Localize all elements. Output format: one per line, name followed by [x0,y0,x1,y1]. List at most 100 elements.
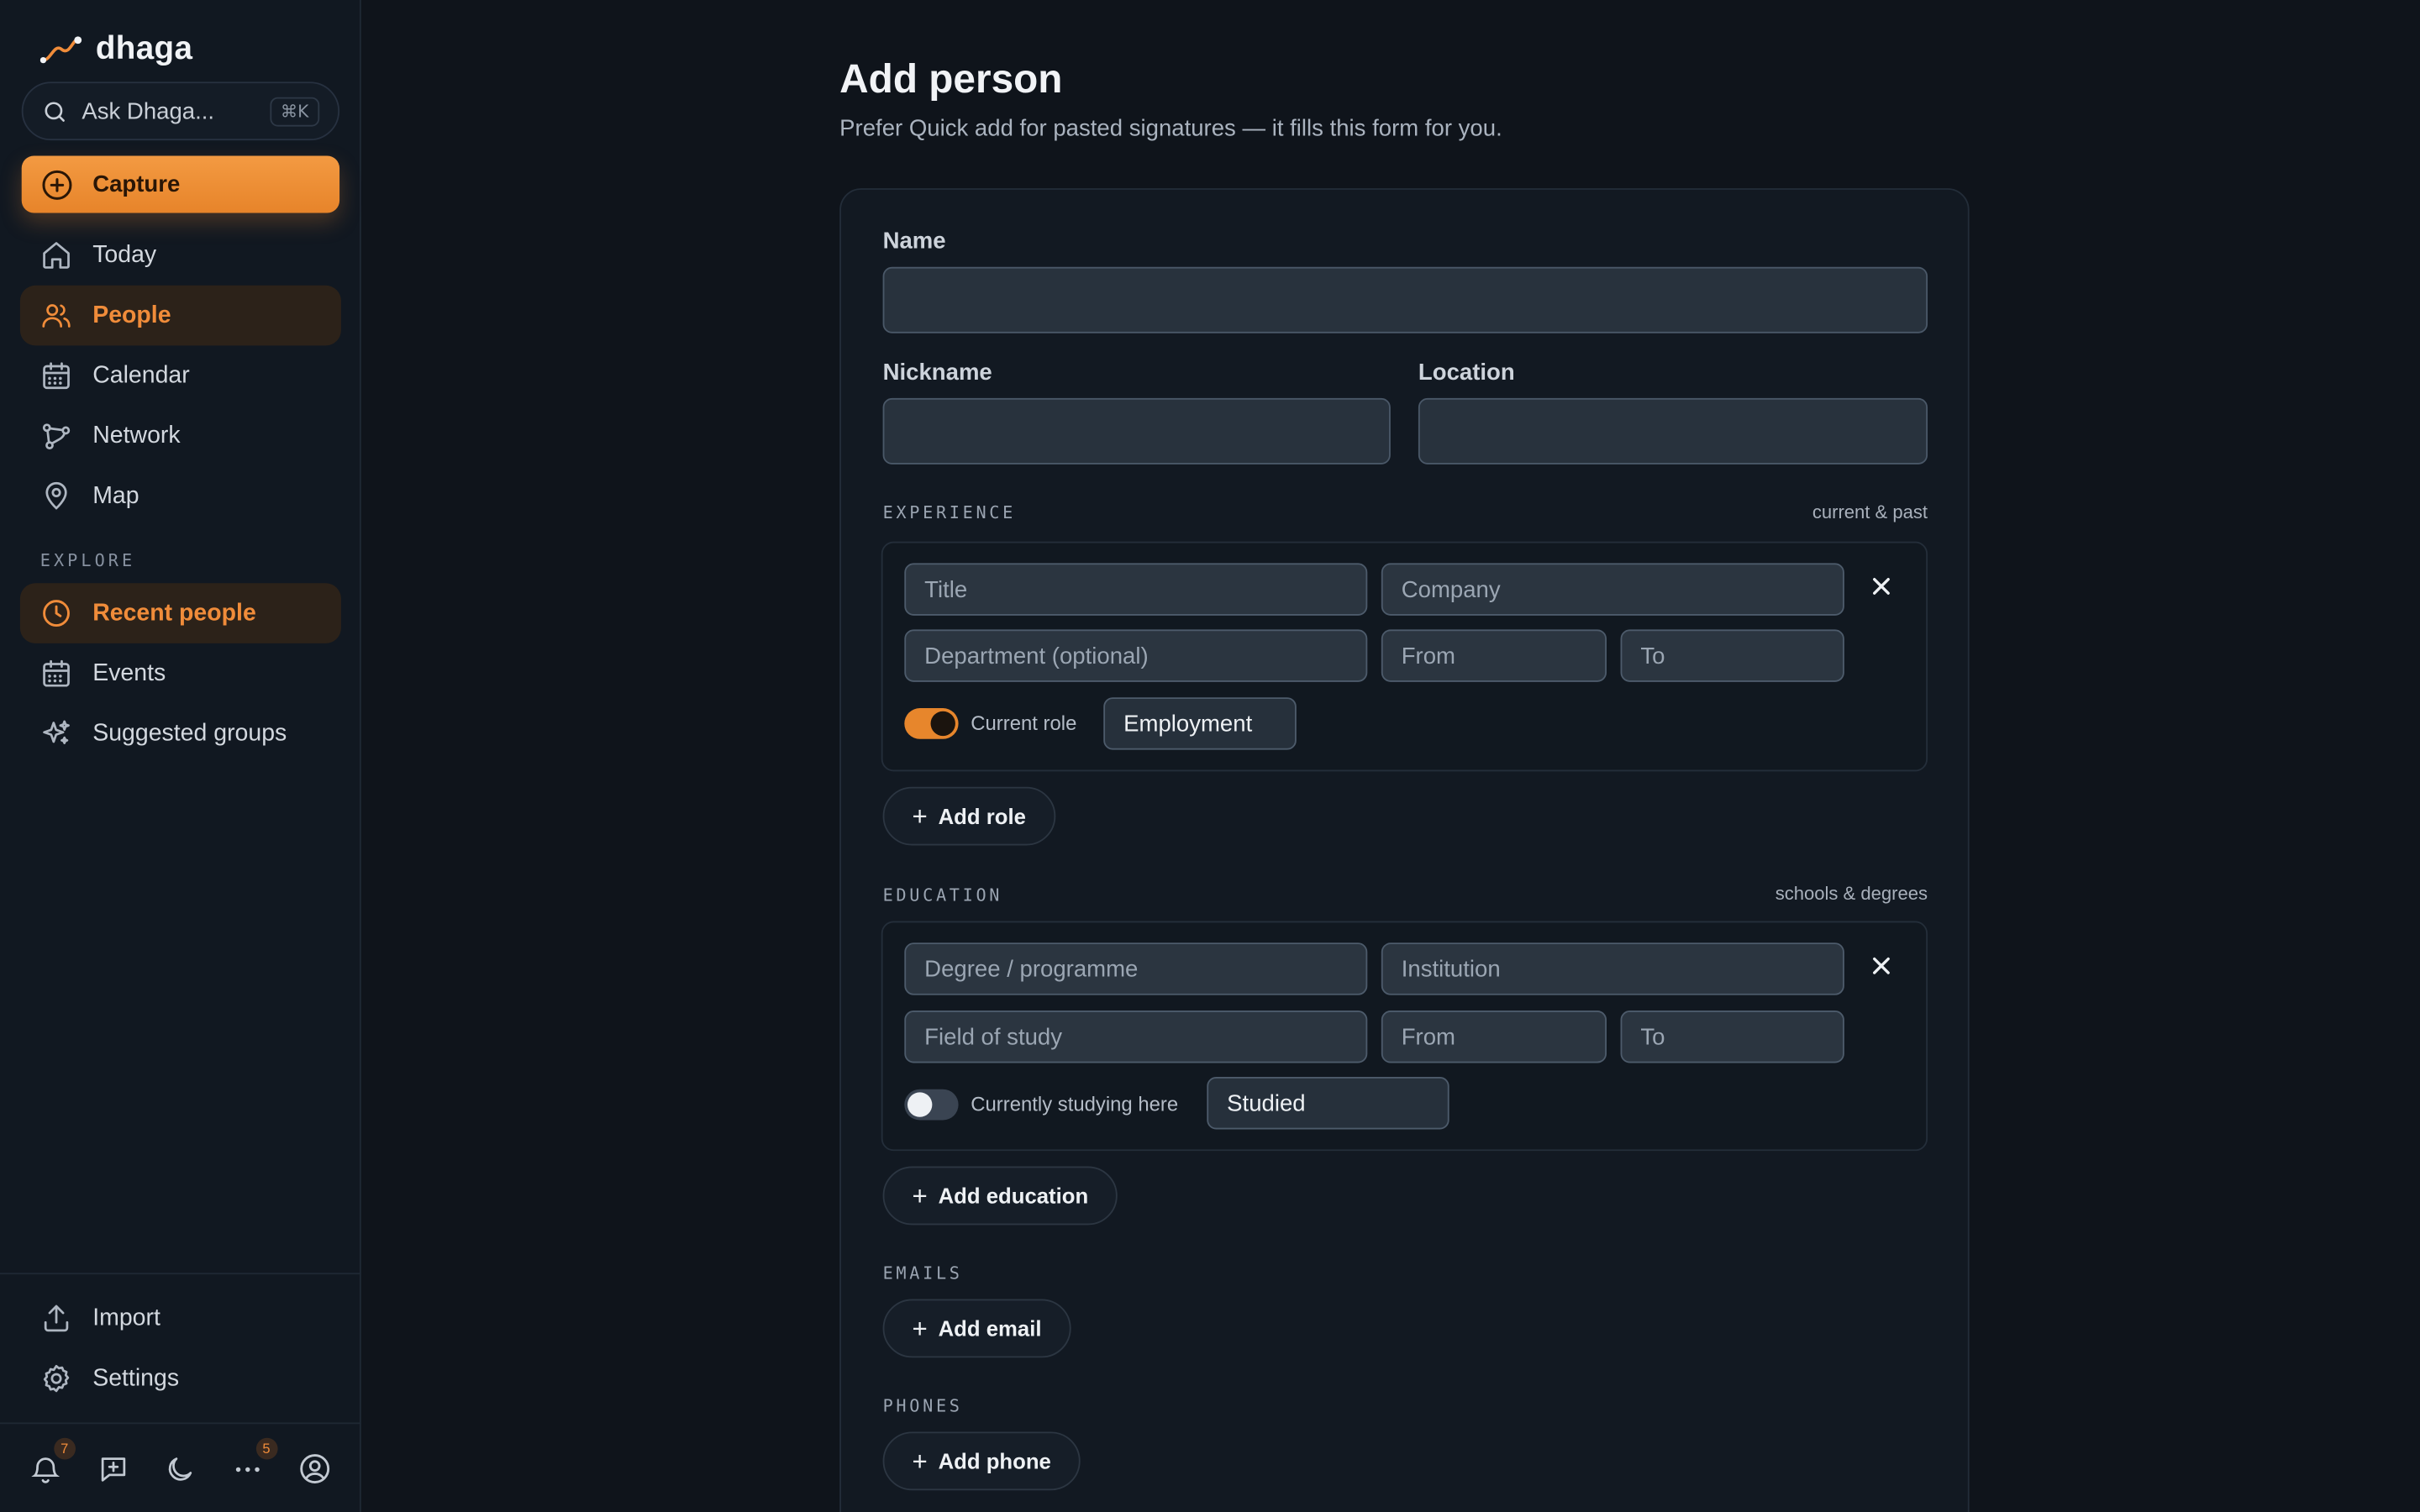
brand[interactable]: dhaga [39,30,193,68]
search-box[interactable]: Ask Dhaga... ⌘K [21,81,340,141]
plus-circle-icon [42,169,72,199]
logo-icon [39,36,82,64]
field-of-study-input[interactable]: Field of study [904,1011,1368,1063]
location-input[interactable] [1418,397,1928,465]
education-to-input[interactable]: To [1620,1011,1844,1063]
education-hint: schools & degrees [1775,882,1928,905]
search-placeholder: Ask Dhaga... [82,97,215,124]
add-role-label: Add role [938,803,1026,829]
from-placeholder: From [1401,642,1456,669]
to-placeholder: To [1640,642,1665,669]
search-shortcut: ⌘K [270,96,320,126]
plus-icon: + [912,1180,928,1210]
experience-heading: EXPERIENCE [882,502,1016,523]
company-input[interactable]: Company [1381,563,1844,616]
theme-toggle-button[interactable] [162,1450,199,1487]
nav-label: Calendar [92,361,190,388]
location-label: Location [1418,359,1515,386]
field-placeholder: Field of study [924,1023,1063,1050]
nav-label: Settings [92,1364,180,1391]
nav-item-today[interactable]: Today [20,225,341,286]
upload-icon [44,1305,69,1332]
nav-item-settings[interactable]: Settings [20,1348,341,1409]
role-to-input[interactable]: To [1620,629,1844,682]
add-role-button[interactable]: + Add role [882,786,1055,846]
nav-label: Events [92,659,166,686]
brand-name: dhaga [95,30,193,66]
nav-label: Import [92,1304,160,1331]
calendar-icon [43,362,70,390]
moon-icon [169,1457,193,1480]
home-icon [43,242,70,269]
more-button[interactable]: 5 [229,1437,277,1487]
users-icon [42,304,71,328]
education-type-value: Studied [1227,1089,1306,1116]
nav-label: People [92,302,171,328]
notifications-button[interactable]: 7 [28,1437,76,1487]
new-message-button[interactable] [95,1450,132,1487]
nav-item-events[interactable]: Events [20,643,341,704]
education-from-input[interactable]: From [1381,1011,1607,1063]
gear-icon [43,1364,70,1393]
sidebar-divider [0,1422,361,1425]
title-input[interactable]: Title [904,563,1368,616]
nav-item-network[interactable]: Network [20,406,341,466]
nav-item-suggested-groups[interactable]: Suggested groups [20,704,341,764]
search-icon [45,101,65,121]
sidebar: dhaga Ask Dhaga... ⌘K Capture Today Peop… [0,0,361,1512]
remove-role-close-icon[interactable] [1869,574,1893,598]
company-placeholder: Company [1401,576,1501,603]
nav-label: Suggested groups [92,719,287,747]
nav-item-calendar[interactable]: Calendar [20,345,341,406]
title-placeholder: Title [924,576,968,603]
nickname-input[interactable] [882,397,1391,465]
capture-button[interactable]: Capture [21,155,340,213]
remove-education-close-icon[interactable] [1869,953,1893,978]
role-from-input[interactable]: From [1381,629,1607,682]
currently-studying-label: Currently studying here [971,1092,1179,1116]
degree-placeholder: Degree / programme [924,955,1139,983]
employment-type-value: Employment [1123,710,1253,738]
nickname-label: Nickname [882,359,992,386]
sidebar-divider [0,1273,361,1275]
page-title: Add person [839,55,1063,102]
phones-heading: PHONES [882,1396,963,1417]
education-type-select[interactable]: Studied [1207,1077,1449,1130]
department-placeholder: Department (optional) [924,642,1149,669]
nav-item-recent-people[interactable]: Recent people [19,583,341,643]
calendar-icon [43,659,70,687]
account-button[interactable] [297,1450,334,1487]
emails-heading: EMAILS [882,1263,963,1284]
education-heading: EDUCATION [882,885,1003,906]
degree-input[interactable]: Degree / programme [904,942,1368,995]
add-education-button[interactable]: + Add education [882,1166,1118,1226]
nav-item-import[interactable]: Import [20,1289,341,1349]
add-phone-button[interactable]: + Add phone [882,1431,1081,1491]
experience-hint: current & past [1812,501,1928,523]
nav-item-people[interactable]: People [19,285,341,346]
department-input[interactable]: Department (optional) [904,629,1368,682]
current-role-toggle[interactable] [904,708,959,739]
current-role-label: Current role [971,711,1077,735]
capture-label: Capture [92,171,181,198]
add-education-label: Add education [938,1183,1089,1209]
add-email-button[interactable]: + Add email [882,1299,1071,1358]
clock-icon [43,600,70,627]
name-label: Name [882,228,946,255]
more-horizontal-icon [235,1466,260,1472]
institution-placeholder: Institution [1401,955,1501,983]
name-input[interactable] [882,266,1928,333]
currently-studying-toggle[interactable] [904,1089,959,1121]
sidebar-footer: 7 5 [0,1425,361,1512]
to-placeholder: To [1640,1023,1665,1050]
bell-icon [31,1457,60,1483]
add-email-label: Add email [938,1315,1042,1341]
from-placeholder: From [1401,1023,1456,1050]
notification-count-badge: 7 [53,1437,76,1460]
nav-item-map[interactable]: Map [20,466,341,527]
add-phone-label: Add phone [938,1448,1051,1474]
more-count-badge: 5 [255,1437,277,1460]
employment-type-select[interactable]: Employment [1103,697,1297,750]
institution-input[interactable]: Institution [1381,942,1844,995]
nav-label: Recent people [92,599,256,626]
